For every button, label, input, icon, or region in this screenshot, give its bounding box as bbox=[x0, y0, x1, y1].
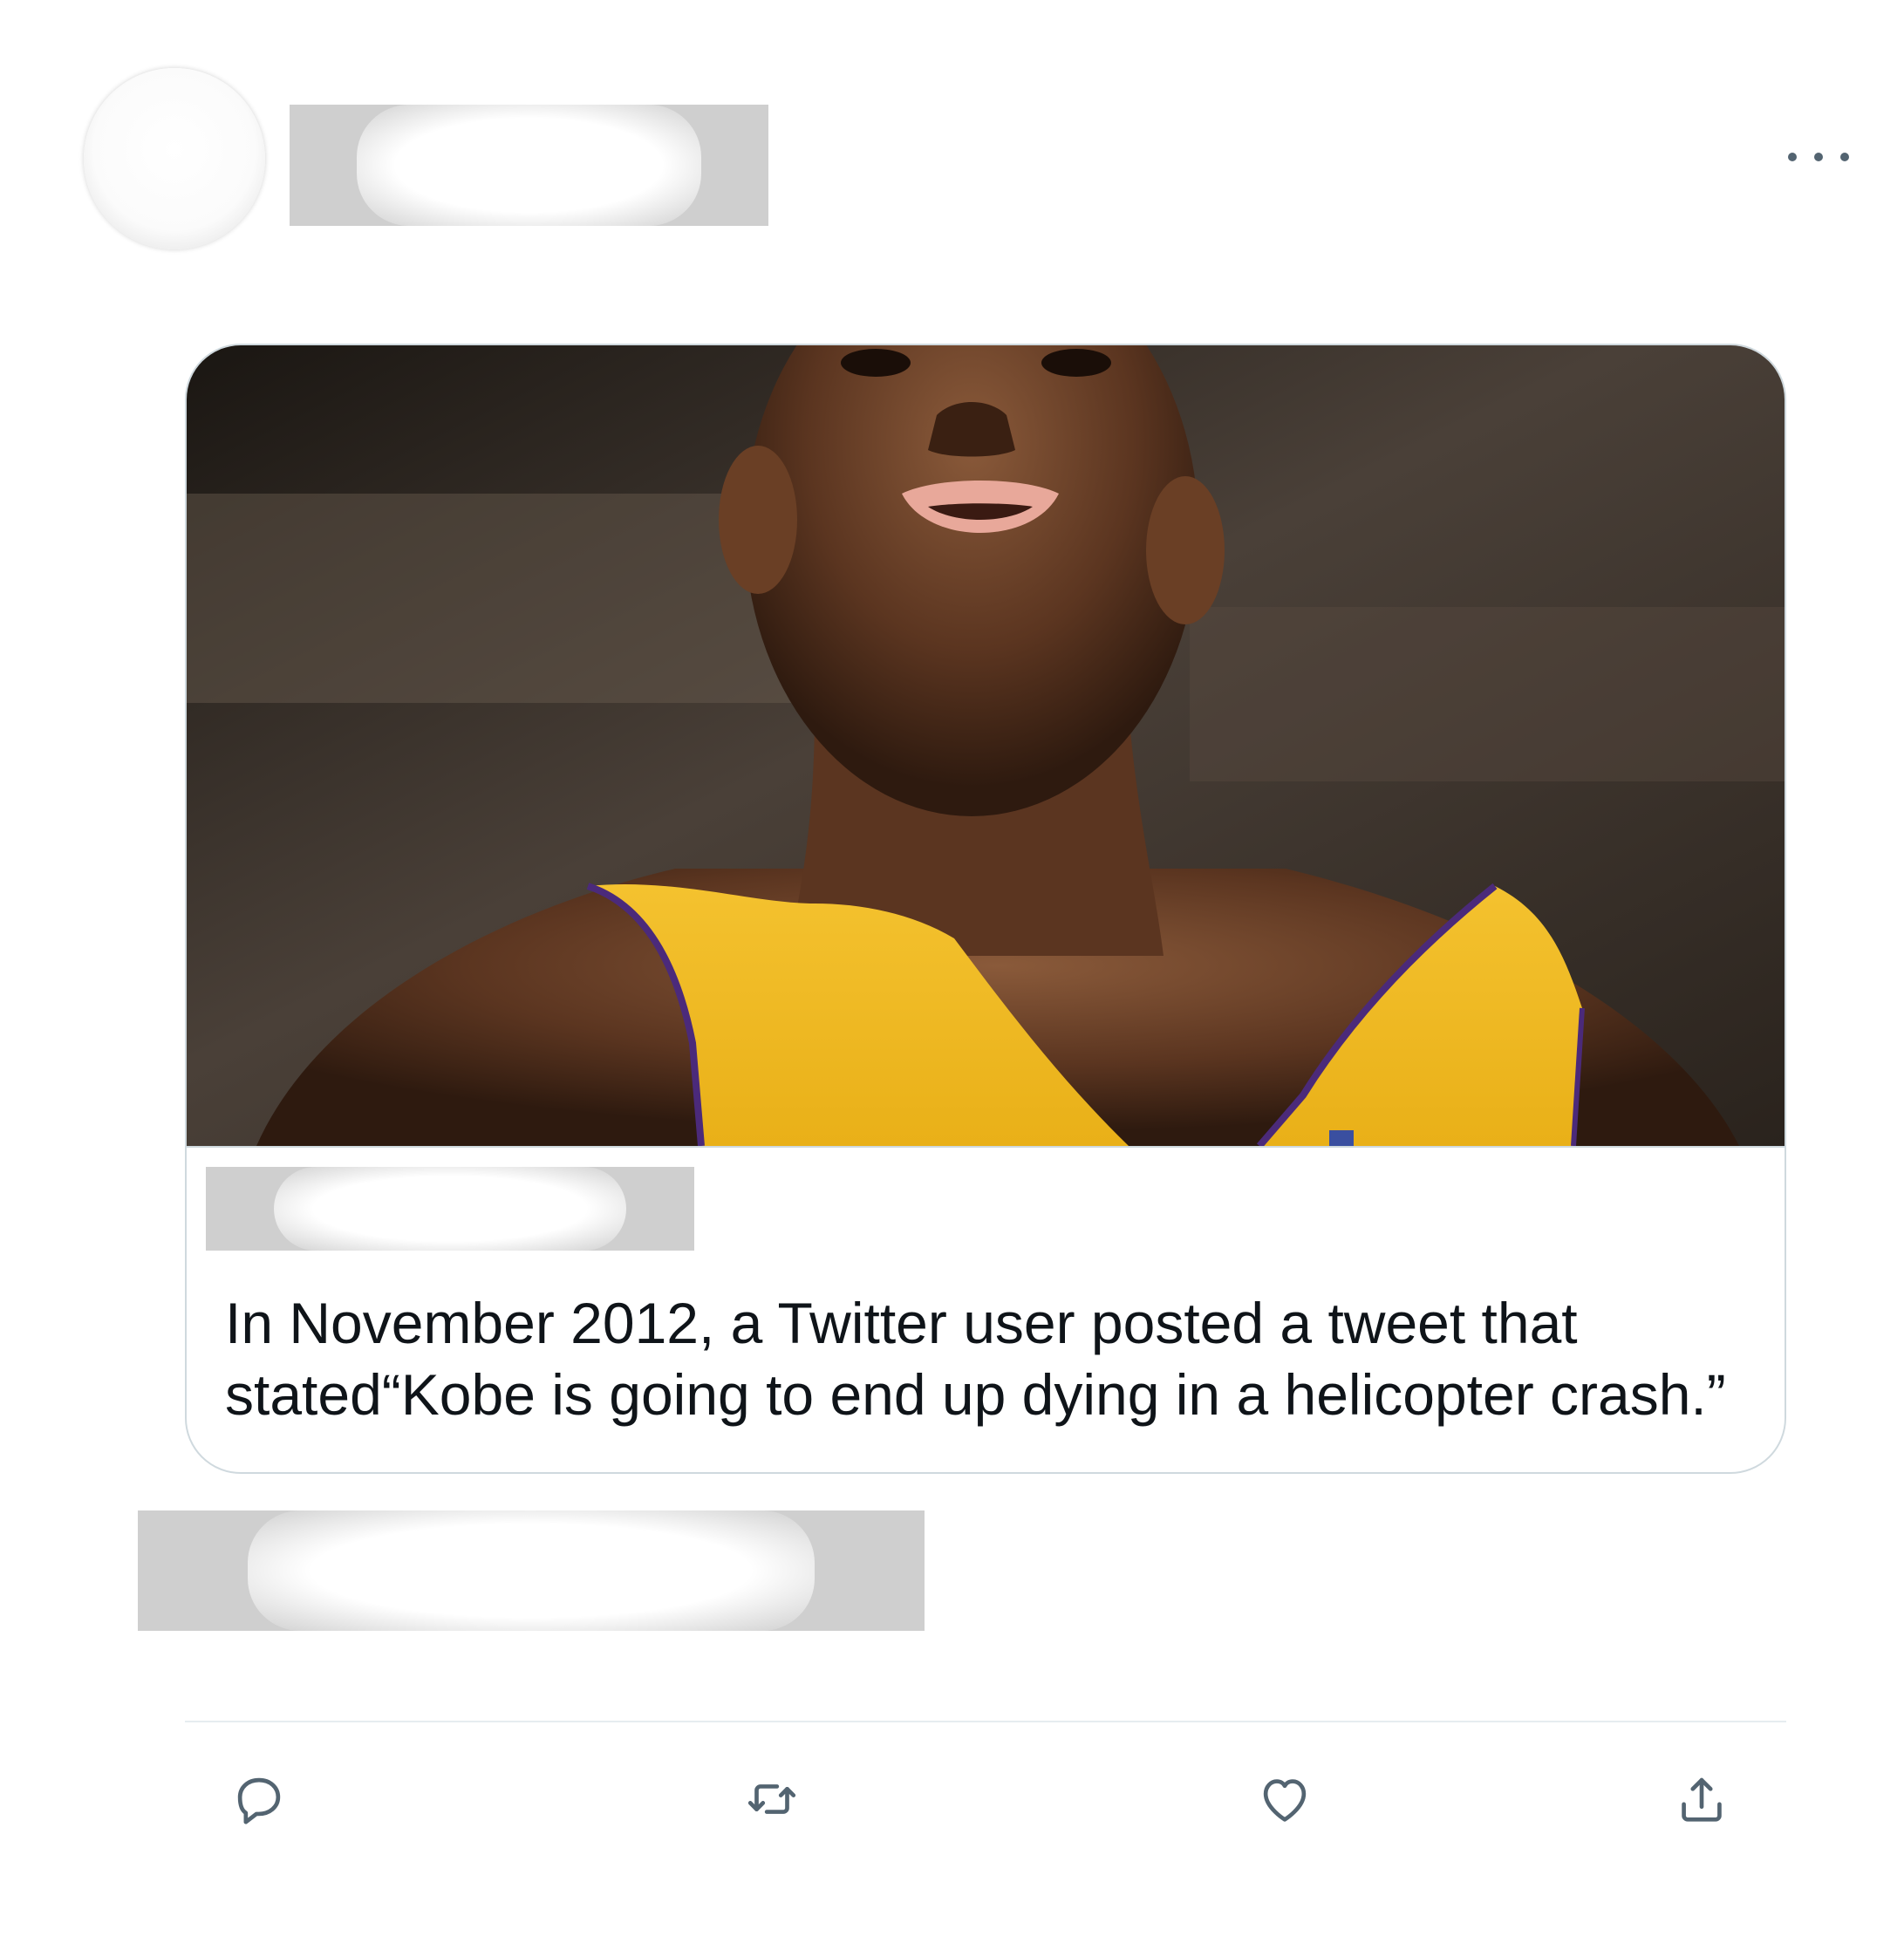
heart-icon[interactable] bbox=[1254, 1769, 1315, 1830]
reply-icon[interactable] bbox=[229, 1769, 290, 1830]
link-card[interactable]: In November 2012, a Twitter user posted … bbox=[185, 344, 1786, 1474]
share-icon[interactable] bbox=[1671, 1769, 1732, 1830]
more-options-icon[interactable] bbox=[1788, 140, 1849, 174]
redacted-username[interactable] bbox=[290, 105, 768, 226]
actions-divider bbox=[185, 1721, 1786, 1722]
redacted-timestamp bbox=[138, 1510, 925, 1631]
avatar[interactable] bbox=[84, 68, 265, 249]
player-photo bbox=[187, 345, 1785, 1146]
redacted-card-source bbox=[206, 1167, 694, 1251]
card-description: In November 2012, a Twitter user posted … bbox=[225, 1291, 1726, 1427]
retweet-icon[interactable] bbox=[741, 1769, 802, 1830]
card-image bbox=[187, 345, 1785, 1148]
